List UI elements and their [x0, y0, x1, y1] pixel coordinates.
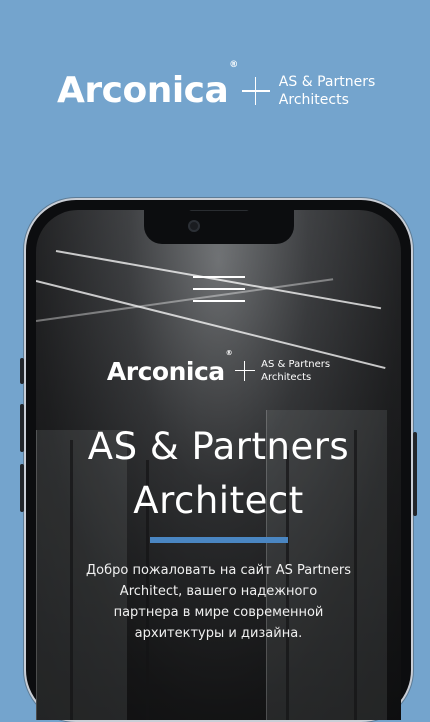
intro-text: Добро пожаловать на сайт AS Partners Arc…: [86, 563, 352, 641]
phone-screen: Arconica® AS & Partners Architects AS & …: [36, 210, 401, 720]
site-logo-wordmark: Arconica®: [106, 348, 233, 386]
registered-mark: ®: [229, 60, 238, 70]
partner-line-1: AS & Partners: [261, 359, 331, 370]
volume-up-button: [20, 404, 24, 452]
hero-title: AS & Partners Architect: [36, 420, 401, 528]
front-camera: [187, 220, 200, 232]
hero-title-line-2: Architect: [133, 479, 304, 522]
plus-icon: [241, 77, 270, 105]
partner-line-1: AS & Partners: [278, 74, 376, 90]
brand-logo: Arconica® AS & Partners Architects: [57, 60, 375, 112]
partner-text: AS & Partners Architects: [279, 73, 375, 109]
hero-title-line-1: AS & Partners: [87, 425, 350, 468]
partner-line-2: Architects: [278, 92, 349, 108]
phone-mockup: Arconica® AS & Partners Architects AS & …: [20, 198, 417, 722]
volume-down-button: [20, 464, 24, 512]
speaker-grille: [188, 210, 249, 211]
brand-wordmark: Arconica®: [57, 60, 238, 111]
accent-divider: [149, 537, 288, 543]
mute-switch: [20, 358, 24, 384]
registered-mark: ®: [225, 348, 233, 357]
phone-notch: [143, 210, 294, 244]
power-button: [413, 432, 417, 516]
hamburger-menu-icon[interactable]: [192, 274, 245, 304]
site-logo-partner-text: AS & Partners Architects: [261, 358, 330, 384]
plus-icon: [235, 361, 256, 381]
site-logo[interactable]: Arconica® AS & Partners Architects: [36, 348, 401, 386]
ceiling-light: [36, 278, 334, 322]
partner-line-2: Architects: [261, 372, 312, 383]
